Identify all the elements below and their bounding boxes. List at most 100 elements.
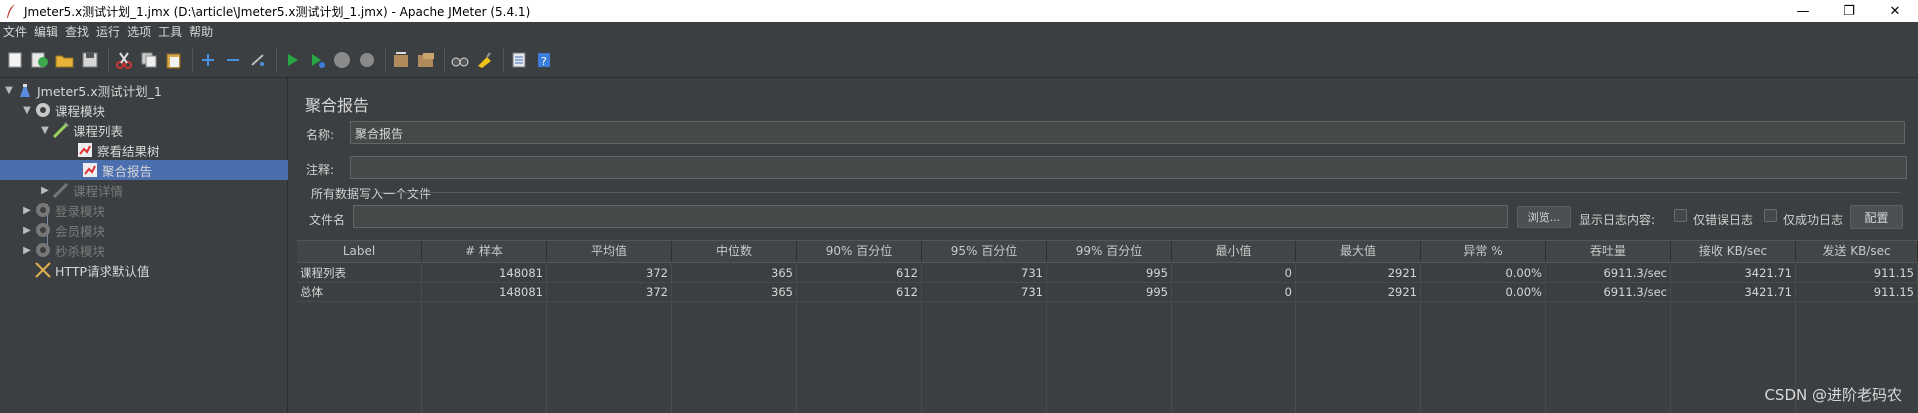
browse-button[interactable]: 浏览... bbox=[1517, 206, 1571, 228]
grid-line bbox=[796, 302, 797, 413]
menu-options[interactable]: 选项 bbox=[124, 22, 155, 43]
menu-file[interactable]: 文件 bbox=[0, 22, 31, 43]
stop-icon[interactable] bbox=[331, 49, 353, 71]
clear-icon[interactable] bbox=[390, 49, 412, 71]
tree-item-aggregate-report[interactable]: 聚合报告 bbox=[0, 160, 288, 180]
column-header-90-percentile[interactable]: 90% 百分位 bbox=[797, 241, 922, 262]
grid-line bbox=[1670, 302, 1671, 413]
chevron-right-icon[interactable]: ▶ bbox=[38, 185, 52, 196]
thread-group-icon bbox=[34, 221, 52, 239]
table-cell: 372 bbox=[547, 283, 672, 301]
tree-item-view-results-tree[interactable]: 察看结果树 bbox=[76, 140, 160, 160]
success-only-checkbox[interactable] bbox=[1764, 209, 1777, 222]
collapse-icon[interactable] bbox=[222, 49, 244, 71]
column-header-95-percentile[interactable]: 95% 百分位 bbox=[922, 241, 1047, 262]
copy-icon[interactable] bbox=[138, 49, 160, 71]
chevron-down-icon[interactable]: ▼ bbox=[2, 85, 16, 96]
table-cell: 612 bbox=[797, 283, 922, 301]
table-cell: 148081 bbox=[422, 283, 547, 301]
column-header-sent-kb[interactable]: 发送 KB/sec bbox=[1796, 241, 1918, 262]
toolbar-separator bbox=[385, 48, 386, 72]
column-header-max[interactable]: 最大值 bbox=[1296, 241, 1421, 262]
grid-line bbox=[921, 302, 922, 413]
chevron-right-icon[interactable]: ▶ bbox=[20, 225, 34, 236]
chevron-right-icon[interactable]: ▶ bbox=[20, 245, 34, 256]
tree-item-test-plan[interactable]: ▼ Jmeter5.x测试计划_1 bbox=[2, 80, 162, 100]
configure-button[interactable]: 配置 bbox=[1850, 205, 1903, 229]
table-row[interactable]: 课程列表 148081 372 365 612 731 995 0 2921 0… bbox=[297, 264, 1918, 282]
table-row[interactable]: 总体 148081 372 365 612 731 995 0 2921 0.0… bbox=[297, 283, 1918, 301]
start-icon[interactable] bbox=[281, 49, 303, 71]
tree-item-course-list[interactable]: ▼ 课程列表 bbox=[38, 120, 123, 140]
save-icon[interactable] bbox=[79, 49, 101, 71]
toolbar-separator bbox=[192, 48, 193, 72]
filename-field[interactable] bbox=[353, 205, 1508, 228]
column-header-min[interactable]: 最小值 bbox=[1172, 241, 1296, 262]
name-label: 名称: bbox=[306, 128, 335, 142]
column-header-99-percentile[interactable]: 99% 百分位 bbox=[1047, 241, 1172, 262]
start-no-timers-icon[interactable] bbox=[306, 49, 328, 71]
table-cell: 2921 bbox=[1296, 283, 1421, 301]
test-plan-icon bbox=[16, 81, 34, 99]
tree-item-member-module[interactable]: ▶ 会员模块 bbox=[20, 220, 105, 240]
menu-help[interactable]: 帮助 bbox=[186, 22, 217, 43]
chevron-down-icon[interactable]: ▼ bbox=[20, 105, 34, 116]
grid-line bbox=[1295, 302, 1296, 413]
tree-item-label: 课程详情 bbox=[73, 183, 124, 199]
table-cell: 2921 bbox=[1296, 264, 1421, 282]
column-header-average[interactable]: 平均值 bbox=[547, 241, 672, 262]
column-header-samples[interactable]: # 样本 bbox=[422, 241, 547, 262]
column-header-label[interactable]: Label bbox=[297, 241, 422, 262]
grid-line bbox=[1046, 302, 1047, 413]
column-header-error-percent[interactable]: 异常 % bbox=[1421, 241, 1546, 262]
grid-line bbox=[546, 302, 547, 413]
paste-icon[interactable] bbox=[163, 49, 185, 71]
menu-search[interactable]: 查找 bbox=[62, 22, 93, 43]
cut-icon[interactable] bbox=[113, 49, 135, 71]
tree-item-course-module[interactable]: ▼ 课程模块 bbox=[20, 100, 105, 120]
open-icon[interactable] bbox=[54, 49, 76, 71]
column-header-median[interactable]: 中位数 bbox=[672, 241, 797, 262]
column-header-throughput[interactable]: 吞吐量 bbox=[1546, 241, 1671, 262]
new-icon[interactable] bbox=[4, 49, 26, 71]
search-icon[interactable] bbox=[449, 49, 471, 71]
shutdown-icon[interactable] bbox=[356, 49, 378, 71]
grid-line bbox=[1420, 302, 1421, 413]
log-display-label: 显示日志内容: bbox=[1579, 213, 1656, 227]
toolbar-separator bbox=[444, 48, 445, 72]
toolbar-separator bbox=[108, 48, 109, 72]
help-icon[interactable]: ? bbox=[533, 49, 555, 71]
table-cell: 911.15 bbox=[1796, 283, 1918, 301]
http-sampler-icon bbox=[52, 121, 70, 139]
minimize-button[interactable]: — bbox=[1780, 0, 1826, 22]
expand-icon[interactable] bbox=[197, 49, 219, 71]
tree-item-flash-sale-module[interactable]: ▶ 秒杀模块 bbox=[20, 240, 105, 260]
chevron-right-icon[interactable]: ▶ bbox=[20, 205, 34, 216]
table-cell: 0.00% bbox=[1421, 264, 1546, 282]
clear-all-icon[interactable] bbox=[415, 49, 437, 71]
table-cell: 372 bbox=[547, 264, 672, 282]
close-button[interactable]: ✕ bbox=[1872, 0, 1918, 22]
tree-item-http-defaults[interactable]: HTTP请求默认值 bbox=[34, 260, 150, 280]
column-header-received-kb[interactable]: 接收 KB/sec bbox=[1671, 241, 1796, 262]
table-cell: 995 bbox=[1047, 264, 1172, 282]
tree-item-course-detail[interactable]: ▶ 课程详情 bbox=[38, 180, 123, 200]
tree-item-label: 会员模块 bbox=[55, 223, 106, 239]
name-field[interactable]: 聚合报告 bbox=[350, 121, 1905, 144]
reset-search-icon[interactable] bbox=[474, 49, 496, 71]
tree-item-login-module[interactable]: ▶ 登录模块 bbox=[20, 200, 105, 220]
chevron-down-icon[interactable]: ▼ bbox=[38, 125, 52, 136]
menu-tools[interactable]: 工具 bbox=[155, 22, 186, 43]
toggle-icon[interactable] bbox=[247, 49, 269, 71]
menu-edit[interactable]: 编辑 bbox=[31, 22, 62, 43]
errors-only-checkbox[interactable] bbox=[1674, 209, 1687, 222]
menu-run[interactable]: 运行 bbox=[93, 22, 124, 43]
restore-button[interactable]: ❐ bbox=[1826, 0, 1872, 22]
table-cell: 总体 bbox=[297, 283, 422, 301]
function-helper-icon[interactable] bbox=[508, 49, 530, 71]
comment-field[interactable] bbox=[350, 156, 1907, 179]
row-divider bbox=[297, 301, 1918, 302]
grid-line bbox=[671, 302, 672, 413]
templates-icon[interactable] bbox=[29, 49, 51, 71]
write-results-section-title: 所有数据写入一个文件 bbox=[311, 187, 432, 201]
